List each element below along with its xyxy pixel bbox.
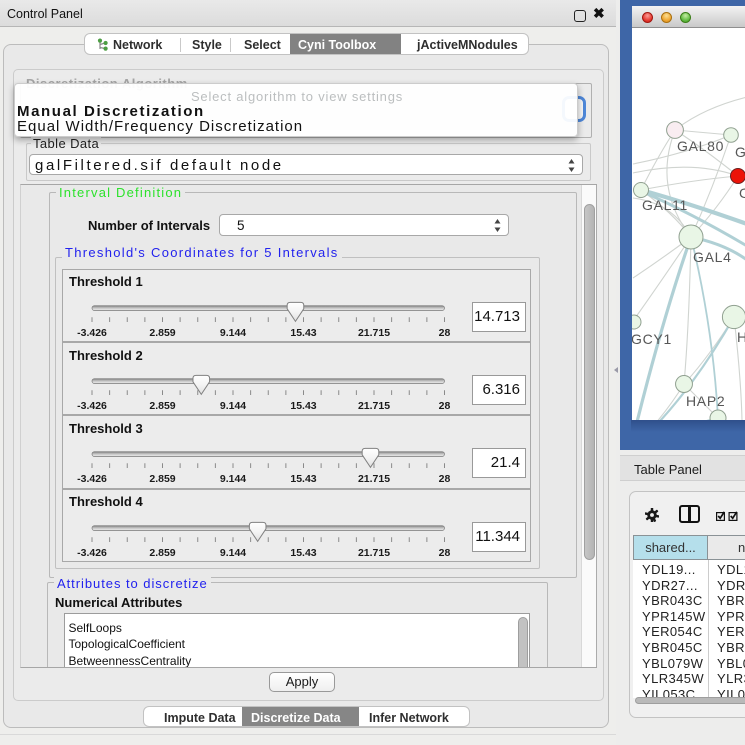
svg-text:GAL4: GAL4: [693, 249, 732, 265]
svg-text:2.859: 2.859: [149, 326, 175, 338]
svg-text:-3.426: -3.426: [77, 547, 107, 559]
svg-text:G...: G...: [735, 144, 745, 160]
svg-text:2.859: 2.859: [149, 547, 175, 559]
svg-text:28: 28: [439, 473, 451, 485]
svg-text:9.144: 9.144: [220, 547, 246, 559]
svg-text:-3.426: -3.426: [77, 400, 107, 412]
svg-text:GCY1: GCY1: [632, 331, 672, 347]
svg-text:15.43: 15.43: [290, 400, 316, 412]
svg-text:21.715: 21.715: [358, 547, 390, 559]
svg-text:21.715: 21.715: [358, 473, 390, 485]
svg-text:21.715: 21.715: [358, 400, 390, 412]
svg-text:HAP2: HAP2: [686, 393, 725, 409]
svg-text:2.859: 2.859: [149, 473, 175, 485]
svg-text:GAL11: GAL11: [642, 197, 688, 213]
svg-text:15.43: 15.43: [290, 473, 316, 485]
svg-text:-3.426: -3.426: [77, 473, 107, 485]
svg-text:15.43: 15.43: [290, 547, 316, 559]
svg-text:9.144: 9.144: [220, 326, 246, 338]
svg-text:C...: C...: [739, 185, 745, 201]
svg-text:21.715: 21.715: [358, 326, 390, 338]
svg-text:28: 28: [439, 547, 451, 559]
svg-text:9.144: 9.144: [220, 400, 246, 412]
svg-text:H...: H...: [737, 329, 745, 345]
svg-text:28: 28: [439, 326, 451, 338]
svg-text:GAL80: GAL80: [677, 138, 724, 154]
svg-text:9.144: 9.144: [220, 473, 246, 485]
svg-text:28: 28: [439, 400, 451, 412]
svg-text:15.43: 15.43: [290, 326, 316, 338]
svg-text:2.859: 2.859: [149, 400, 175, 412]
svg-text:-3.426: -3.426: [77, 326, 107, 338]
